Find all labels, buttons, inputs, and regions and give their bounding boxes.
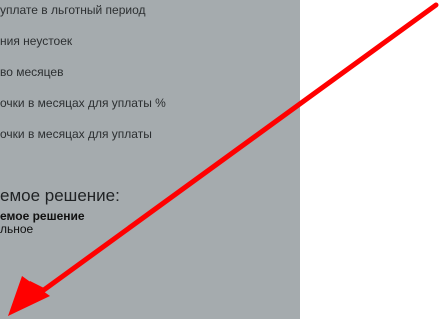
red-arrow-annotation — [8, 2, 439, 316]
